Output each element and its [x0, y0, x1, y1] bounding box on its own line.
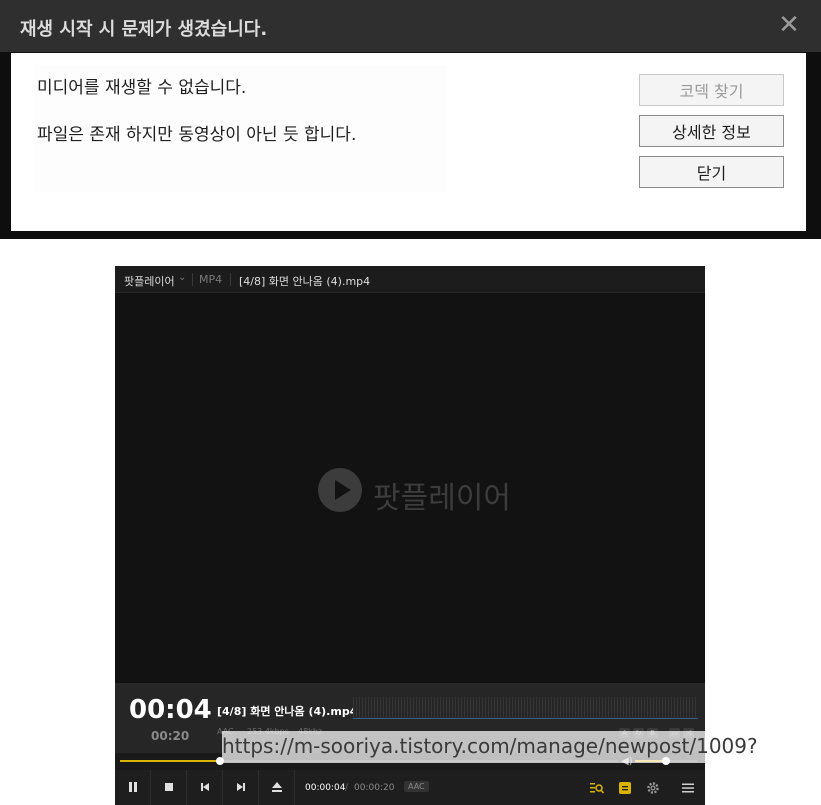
seek-progress: [120, 760, 220, 762]
time-separator: /: [345, 783, 349, 793]
header-divider: [192, 273, 193, 286]
hamburger-menu-icon: [682, 783, 694, 793]
time-total: 00:00:20: [354, 783, 395, 793]
total-time-display: 00:20: [151, 729, 190, 743]
pause-icon: [129, 782, 137, 792]
menu-button[interactable]: [674, 770, 702, 805]
chevron-down-icon[interactable]: ⌄: [178, 272, 186, 283]
watermark-text: 팟플레이어: [373, 481, 511, 516]
format-label: MP4: [199, 273, 223, 286]
next-icon: [237, 783, 245, 791]
subtitle-icon: [619, 782, 631, 794]
close-button[interactable]: 닫기: [639, 156, 784, 188]
header-divider: [230, 273, 231, 286]
video-area[interactable]: 팟플레이어: [115, 294, 705, 683]
details-button[interactable]: 상세한 정보: [639, 115, 784, 147]
next-button[interactable]: [223, 770, 259, 805]
pause-button[interactable]: [115, 770, 151, 805]
app-menu-button[interactable]: 팟플레이어: [124, 273, 175, 289]
player-header: 팟플레이어 ⌄ MP4 [4/8] 화면 안나옴 (4).mp4: [115, 266, 705, 293]
playlist-search-icon: [590, 783, 604, 794]
previous-button[interactable]: [187, 770, 223, 805]
audio-badge[interactable]: AAC: [404, 781, 429, 792]
file-title: [4/8] 화면 안나옴 (4).mp4: [239, 275, 371, 288]
control-bar: 00:00:04 / 00:00:20 AAC: [115, 770, 705, 805]
stop-icon: [165, 783, 173, 791]
find-codec-button[interactable]: 코덱 찾기: [639, 74, 784, 106]
time-current: 00:00:04: [305, 783, 346, 793]
info-filename: [4/8] 화면 안나옴 (4).mp4: [217, 705, 358, 718]
playlist-search-button[interactable]: [583, 770, 611, 805]
stop-button[interactable]: [151, 770, 187, 805]
url-text: https://m-sooriya.tistory.com/manage/new…: [222, 734, 758, 758]
dialog-message-primary: 미디어를 재생할 수 없습니다.: [37, 78, 247, 98]
error-dialog: 재생 시작 시 문제가 생겼습니다. ✕ 미디어를 재생할 수 없습니다. 파일…: [0, 0, 821, 239]
subtitle-button[interactable]: [611, 770, 639, 805]
dialog-message-secondary: 파일은 존재 하지만 동영상이 아닌 듯 합니다.: [37, 125, 357, 145]
current-time-display: 00:04: [129, 695, 212, 725]
settings-button[interactable]: [639, 770, 667, 805]
dialog-titlebar: 재생 시작 시 문제가 생겼습니다. ✕: [0, 0, 821, 52]
previous-icon: [201, 783, 209, 791]
gear-icon: [647, 782, 659, 794]
media-player: 팟플레이어 ⌄ MP4 [4/8] 화면 안나옴 (4).mp4 팟플레이어 0…: [115, 266, 705, 805]
eject-icon: [272, 782, 282, 792]
dialog-title: 재생 시작 시 문제가 생겼습니다.: [20, 19, 268, 40]
dialog-body: 미디어를 재생할 수 없습니다. 파일은 존재 하지만 동영상이 아닌 듯 합니…: [11, 53, 806, 231]
play-logo-icon: [318, 468, 362, 512]
url-watermark: https://m-sooriya.tistory.com/manage/new…: [222, 731, 780, 763]
eject-button[interactable]: [259, 770, 295, 805]
spectrum-visualizer: [353, 697, 698, 719]
close-icon[interactable]: ✕: [776, 12, 802, 38]
